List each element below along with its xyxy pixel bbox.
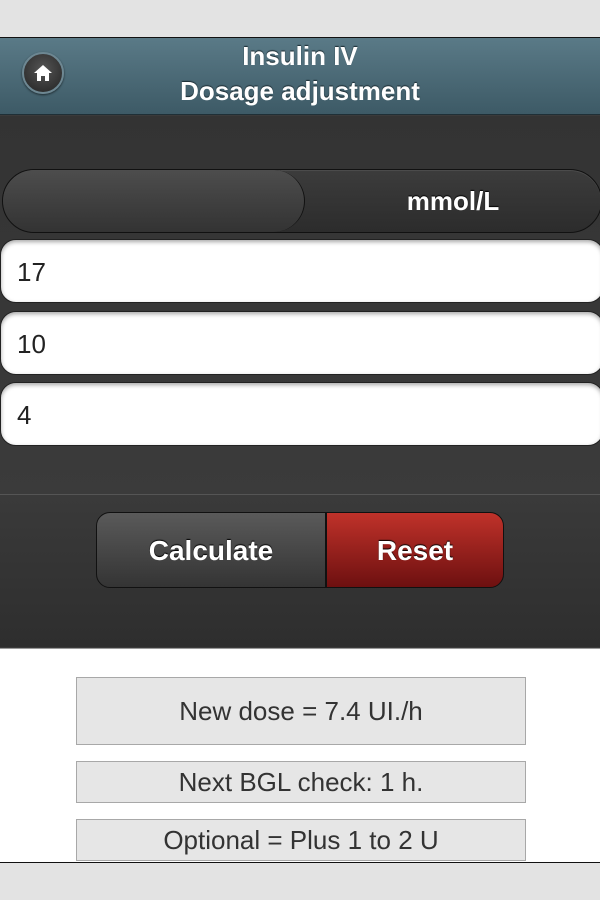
next-check-result: Next BGL check: 1 h. — [76, 761, 526, 803]
unit-option-left[interactable] — [3, 170, 305, 232]
page-title-line1: Insulin IV — [242, 41, 358, 71]
bgl-input-2[interactable]: 10 — [0, 311, 600, 375]
calculate-button[interactable]: Calculate — [96, 512, 326, 588]
new-dose-result: New dose = 7.4 UI./h — [76, 677, 526, 745]
results-panel: New dose = 7.4 UI./h Next BGL check: 1 h… — [0, 648, 600, 862]
app-screen: Insulin IV Dosage adjustment mmol/L 17 1… — [0, 37, 600, 863]
reset-button[interactable]: Reset — [326, 512, 504, 588]
optional-result: Optional = Plus 1 to 2 U — [76, 819, 526, 861]
unit-toggle: mmol/L — [2, 169, 600, 233]
header-bar: Insulin IV Dosage adjustment — [0, 38, 600, 115]
bgl-input-1[interactable]: 17 — [0, 239, 600, 303]
page-title-line2: Dosage adjustment — [180, 76, 420, 106]
unit-option-mmol[interactable]: mmol/L — [305, 170, 600, 232]
bgl-input-3[interactable]: 4 — [0, 382, 600, 446]
